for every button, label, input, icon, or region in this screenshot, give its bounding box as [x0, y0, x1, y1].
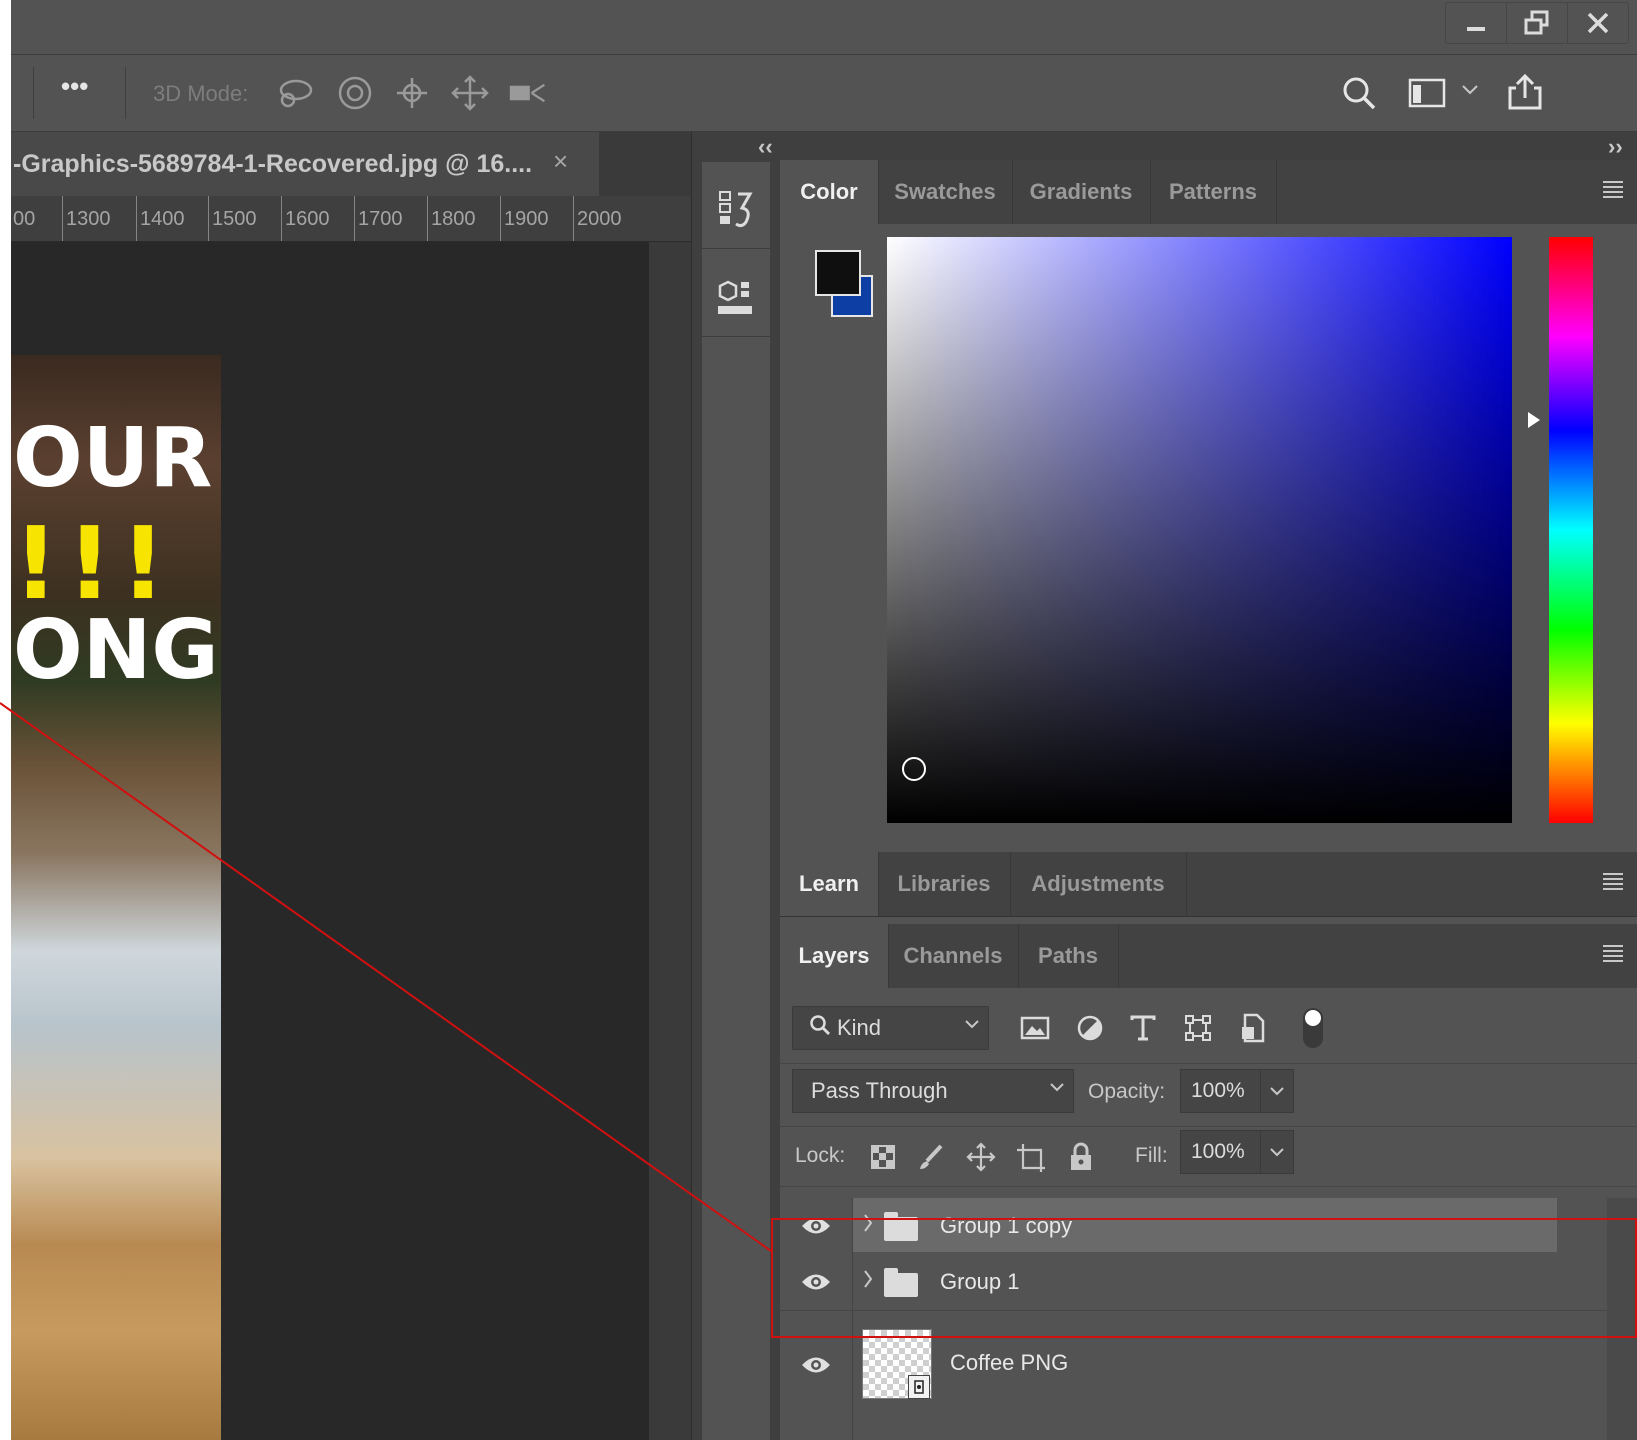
annotation-arrow-line: [0, 702, 772, 1252]
